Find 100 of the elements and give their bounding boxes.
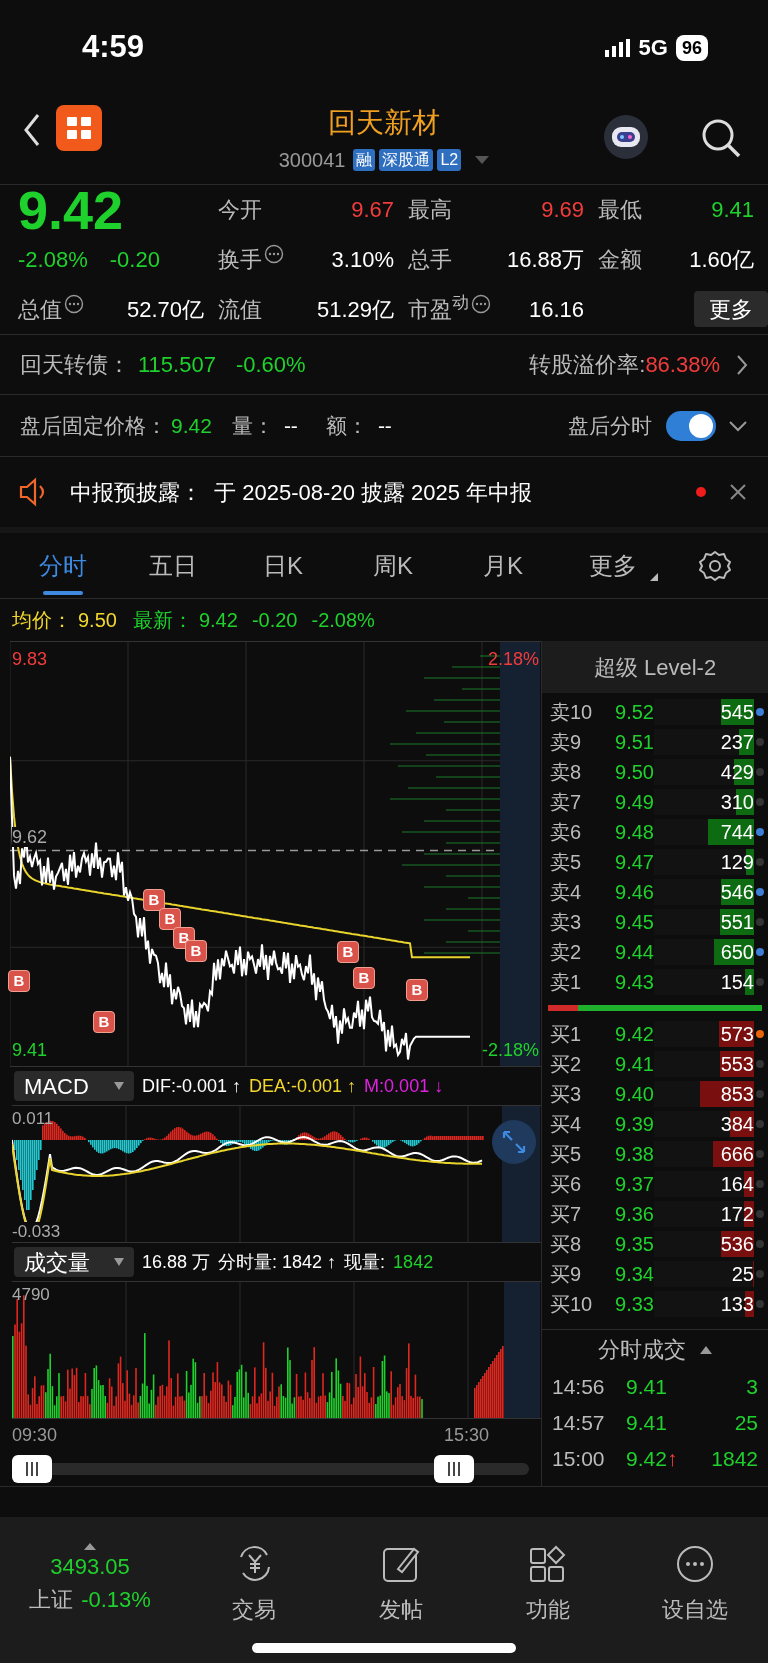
stat-value: 51.29亿 xyxy=(316,295,394,324)
period-volume: 分时量: 1842 ↑ xyxy=(218,1250,337,1274)
stat-value: 1.60亿 xyxy=(689,246,754,274)
amount-label: 额： xyxy=(325,412,368,439)
order-level-label: 买7 xyxy=(550,1202,583,1227)
trade-volume: 3 xyxy=(746,1374,758,1401)
premium-label: 转股溢价率: xyxy=(529,351,646,379)
stat-value: 52.70亿 xyxy=(126,295,204,324)
bond-price: 115.507 xyxy=(138,351,216,379)
market-tag: 深股通 xyxy=(379,148,434,171)
order-level-label: 卖6 xyxy=(550,820,583,845)
order-level-label: 买5 xyxy=(550,1142,583,1167)
after-hours-price: 9.42 xyxy=(171,412,212,439)
order-book-title: 超级 Level-2 xyxy=(542,641,768,693)
premium-value: 86.38% xyxy=(645,351,720,379)
amount-value: -- xyxy=(377,412,392,439)
order-level-label: 卖3 xyxy=(550,910,583,935)
change-amount: -0.20 xyxy=(109,246,160,274)
latest-price: 9.42 xyxy=(198,608,238,633)
order-level-label: 买6 xyxy=(550,1172,583,1197)
stat-label: 换手 xyxy=(218,246,262,274)
stat-value: 9.67 xyxy=(351,196,394,225)
order-volume: 129 xyxy=(720,850,754,875)
stock-code: 300041 xyxy=(278,147,346,173)
order-price: 9.48 xyxy=(614,820,654,845)
stat-value: 3.10% xyxy=(331,246,394,274)
order-price: 9.46 xyxy=(614,880,654,905)
axis-max-percent: 2.18% xyxy=(487,648,539,671)
order-volume: 545 xyxy=(720,700,754,725)
order-volume: 429 xyxy=(720,760,754,785)
current-volume-label: 现量: xyxy=(344,1250,386,1274)
order-price: 9.49 xyxy=(614,790,654,815)
order-volume: 384 xyxy=(720,1112,754,1137)
toggle-label: 盘后分时 xyxy=(568,412,652,439)
order-level-label: 买2 xyxy=(550,1052,583,1077)
axis-max-volume: 4790 xyxy=(12,1284,50,1306)
order-volume: 154 xyxy=(720,970,754,995)
trade-price: 9.41 xyxy=(626,1410,667,1437)
index-name: 上证 xyxy=(29,1586,74,1614)
order-volume: 164 xyxy=(720,1172,754,1197)
order-level-label: 卖10 xyxy=(550,700,594,725)
order-volume: 650 xyxy=(720,940,754,965)
axis-max-price: 9.83 xyxy=(12,648,48,671)
stock-name: 回天新材 xyxy=(328,105,440,140)
latest-change: -0.20 xyxy=(251,608,298,633)
average-label: 均价： xyxy=(12,608,72,633)
last-price: 9.42 xyxy=(18,184,125,235)
market-tag: L2 xyxy=(437,148,462,171)
axis-min-price: 9.41 xyxy=(12,1039,48,1062)
order-level-label: 买1 xyxy=(550,1022,583,1047)
order-price: 9.51 xyxy=(614,730,654,755)
stat-label: 今开 xyxy=(218,196,262,225)
volume-value: -- xyxy=(283,412,298,439)
order-level-label: 卖7 xyxy=(550,790,583,815)
order-volume: 551 xyxy=(720,910,754,935)
stat-value: 9.41 xyxy=(711,196,754,225)
order-volume: 536 xyxy=(720,1232,754,1257)
order-price: 9.43 xyxy=(614,970,654,995)
order-level-label: 卖1 xyxy=(550,970,583,995)
order-price: 9.45 xyxy=(614,910,654,935)
latest-label: 最新： xyxy=(132,608,193,633)
order-price: 9.33 xyxy=(614,1292,654,1317)
index-value: 3493.05 xyxy=(50,1553,130,1581)
order-level-label: 买3 xyxy=(550,1082,583,1107)
stat-label: 总手 xyxy=(408,246,452,274)
time-label: 15:30 xyxy=(443,1423,489,1447)
order-volume: 853 xyxy=(720,1082,754,1107)
change-percent: -2.08% xyxy=(18,246,88,274)
bond-change: -0.60% xyxy=(235,351,306,379)
order-level-label: 卖4 xyxy=(550,880,583,905)
stat-value: 9.69 xyxy=(541,196,584,225)
axis-max-value: 0.011 xyxy=(12,1108,54,1130)
order-price: 9.47 xyxy=(614,850,654,875)
order-level-label: 买8 xyxy=(550,1232,583,1257)
trade-price: 9.41 xyxy=(626,1374,667,1401)
order-price: 9.38 xyxy=(614,1142,654,1167)
order-price: 9.52 xyxy=(614,700,654,725)
order-level-label: 买4 xyxy=(550,1112,583,1137)
order-volume: 546 xyxy=(720,880,754,905)
stat-label: 市盈$^{动}$ xyxy=(408,292,469,324)
index-change: -0.13% xyxy=(81,1586,151,1614)
order-price: 9.40 xyxy=(614,1082,654,1107)
status-time: 4:59 xyxy=(82,28,145,67)
order-volume: 666 xyxy=(720,1142,754,1167)
volume-label: 量： xyxy=(231,412,274,439)
order-level-label: 卖5 xyxy=(550,850,583,875)
order-price: 9.42 xyxy=(614,1022,654,1047)
stat-label: 金额 xyxy=(598,246,642,274)
order-level-label: 卖2 xyxy=(550,940,583,965)
order-price: 9.35 xyxy=(614,1232,654,1257)
market-tag: 融 xyxy=(353,148,376,171)
dea-value: DEA:-0.001 ↑ xyxy=(249,1074,357,1098)
stat-value: 16.16 xyxy=(528,295,584,324)
trade-direction: ↑ xyxy=(666,1446,678,1473)
trade-time: 14:56 xyxy=(552,1374,606,1401)
order-level-label: 买10 xyxy=(550,1292,594,1317)
order-volume: 25 xyxy=(731,1262,754,1287)
order-price: 9.37 xyxy=(614,1172,654,1197)
order-volume: 573 xyxy=(720,1022,754,1047)
order-price: 9.44 xyxy=(614,940,654,965)
